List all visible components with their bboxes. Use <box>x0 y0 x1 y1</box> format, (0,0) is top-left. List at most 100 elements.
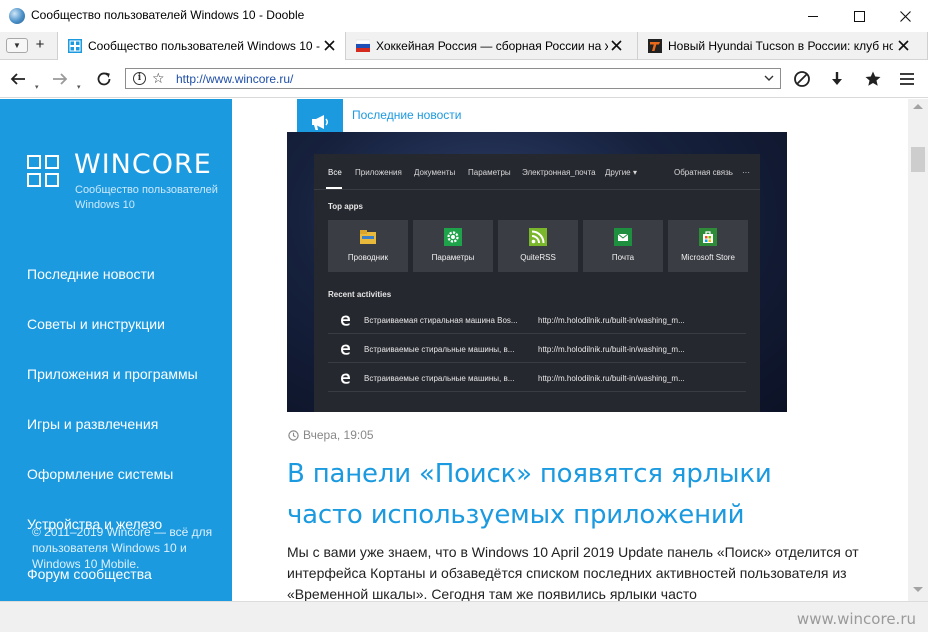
reload-icon <box>97 72 111 86</box>
rss-icon <box>529 228 547 246</box>
recent-activity-url: http://m.holodilnik.ru/built-in/washing_… <box>538 345 685 354</box>
recent-activity-row: Встраиваемые стиральные машины, в... htt… <box>328 364 746 392</box>
tab-tucson[interactable]: Новый Hyundai Tucson в России: клуб нов.… <box>638 32 928 60</box>
top-apps-heading: Top apps <box>328 202 363 211</box>
folder-icon <box>360 230 376 244</box>
recent-activity-row: Встраиваемая стиральная машина Bos... ht… <box>328 306 746 334</box>
site-logo-name[interactable]: WINCORE <box>74 149 212 180</box>
main-content: Последние новости Все Приложения Докумен… <box>232 99 908 601</box>
nav-tips[interactable]: Советы и инструкции <box>27 316 165 332</box>
tab-label: Сообщество пользователей Windows 10 -... <box>88 39 320 53</box>
arrow-right-icon <box>53 73 68 85</box>
gear-icon <box>444 228 462 246</box>
app-tile-name: Параметры <box>431 253 475 262</box>
edge-browser-icon <box>341 373 351 384</box>
panel-tab-email: Электронная_почта <box>522 168 596 177</box>
maximize-button[interactable] <box>836 0 882 32</box>
nav-forum[interactable]: Форум сообщества <box>27 566 152 582</box>
close-window-button[interactable] <box>882 0 928 32</box>
app-tile: Параметры <box>413 220 493 272</box>
app-tile: Проводник <box>328 220 408 272</box>
nav-games[interactable]: Игры и развлечения <box>27 416 158 432</box>
article-image[interactable]: Все Приложения Документы Параметры Элект… <box>287 132 787 412</box>
forward-button[interactable] <box>48 67 72 91</box>
edge-browser-icon <box>341 344 351 355</box>
navigation-toolbar: ▾ ▾ i ☆ http://www.wincore.ru/ <box>0 60 928 98</box>
store-bag-icon <box>699 228 717 246</box>
panel-tab-documents: Документы <box>414 168 456 177</box>
search-panel-screenshot: Все Приложения Документы Параметры Элект… <box>314 154 760 412</box>
menu-button[interactable] <box>895 67 919 91</box>
tab-wincore[interactable]: Сообщество пользователей Windows 10 -... <box>57 32 346 61</box>
ellipsis-icon: ··· <box>742 168 750 177</box>
hamburger-menu-icon <box>900 73 914 85</box>
nav-customization[interactable]: Оформление системы <box>27 466 173 482</box>
download-arrow-icon <box>832 72 842 85</box>
post-title[interactable]: В панели «Поиск» появятся ярлыки часто и… <box>287 454 847 536</box>
scrollbar-thumb[interactable] <box>911 147 925 172</box>
post-excerpt: Мы с вами уже знаем, что в Windows 10 Ap… <box>287 544 859 601</box>
recent-activity-row: Встраиваемые стиральные машины, в... htt… <box>328 335 746 363</box>
recent-activities-heading: Recent activities <box>328 290 392 299</box>
back-button[interactable] <box>6 67 30 91</box>
block-icon <box>794 71 810 87</box>
recent-activity-title: Встраиваемая стиральная машина Bos... <box>364 316 518 325</box>
app-tile: Microsoft Store <box>668 220 748 272</box>
t-logo-favicon-icon <box>648 39 662 53</box>
active-tab-indicator <box>326 187 342 189</box>
panel-tab-all: Все <box>328 168 342 177</box>
category-link[interactable]: Последние новости <box>352 108 461 122</box>
address-input[interactable]: http://www.wincore.ru/ <box>176 72 293 86</box>
tab-bar: ▼ + Сообщество пользователей Windows 10 … <box>0 32 928 61</box>
tab-hockey[interactable]: Хоккейная Россия — сборная России на х..… <box>346 32 638 60</box>
info-icon[interactable]: i <box>133 72 146 85</box>
megaphone-icon <box>312 115 328 130</box>
caret-down-icon: ▾ <box>633 168 638 177</box>
back-history-dropdown-icon[interactable]: ▾ <box>35 83 39 91</box>
wincore-logo-icon[interactable] <box>27 155 61 189</box>
recent-activity-title: Встраиваемые стиральные машины, в... <box>364 374 515 383</box>
star-icon <box>865 71 881 86</box>
bookmarks-button[interactable] <box>861 67 885 91</box>
close-tab-icon[interactable] <box>898 40 909 51</box>
tab-label: Хоккейная Россия — сборная России на х..… <box>376 39 608 53</box>
forward-history-dropdown-icon[interactable]: ▾ <box>77 83 81 91</box>
scroll-up-arrow-icon[interactable] <box>913 104 923 109</box>
address-bar[interactable]: i ☆ http://www.wincore.ru/ <box>125 68 781 89</box>
reload-button[interactable] <box>92 67 116 91</box>
title-bar: Сообщество пользователей Windows 10 - Do… <box>0 0 928 32</box>
plus-icon: + <box>35 36 45 53</box>
recent-activity-url: http://m.holodilnik.ru/built-in/washing_… <box>538 374 685 383</box>
new-tab-button[interactable]: + <box>33 35 47 55</box>
search-panel-tabs: Все Приложения Документы Параметры Элект… <box>314 154 760 190</box>
chevron-down-icon[interactable] <box>764 73 774 83</box>
wincore-favicon-icon <box>68 39 82 53</box>
window-title: Сообщество пользователей Windows 10 - Do… <box>31 8 305 22</box>
minimize-button[interactable] <box>790 0 836 32</box>
app-tile: QuiteRSS <box>498 220 578 272</box>
russia-flag-favicon-icon <box>356 39 370 52</box>
close-tab-icon[interactable] <box>324 40 335 51</box>
panel-feedback: Обратная связь <box>674 168 733 177</box>
app-tile-name: Microsoft Store <box>681 253 735 262</box>
arrow-left-icon <box>10 73 25 85</box>
chevron-down-icon: ▼ <box>13 41 21 50</box>
app-tile: Почта <box>583 220 663 272</box>
post-timestamp: Вчера, 19:05 <box>288 428 374 442</box>
close-tab-icon[interactable] <box>611 40 622 51</box>
downloads-button[interactable] <box>825 67 849 91</box>
watermark-text: www.wincore.ru <box>796 610 916 628</box>
tab-list-button[interactable]: ▼ <box>6 38 28 53</box>
nav-latest-news[interactable]: Последние новости <box>27 266 155 282</box>
vertical-scrollbar[interactable] <box>908 99 928 601</box>
nav-apps[interactable]: Приложения и программы <box>27 366 198 382</box>
scroll-down-arrow-icon[interactable] <box>913 587 923 592</box>
site-tagline: Сообщество пользователей Windows 10 <box>75 184 218 211</box>
bookmark-star-outline-icon[interactable]: ☆ <box>152 70 165 87</box>
block-content-button[interactable] <box>790 67 814 91</box>
site-sidebar: WINCORE Сообщество пользователей Windows… <box>0 99 232 601</box>
post-time-text: Вчера, 19:05 <box>303 428 374 442</box>
app-tile-name: Почта <box>611 253 635 262</box>
tab-label: Новый Hyundai Tucson в России: клуб нов.… <box>668 39 893 53</box>
recent-activity-url: http://m.holodilnik.ru/built-in/washing_… <box>538 316 685 325</box>
